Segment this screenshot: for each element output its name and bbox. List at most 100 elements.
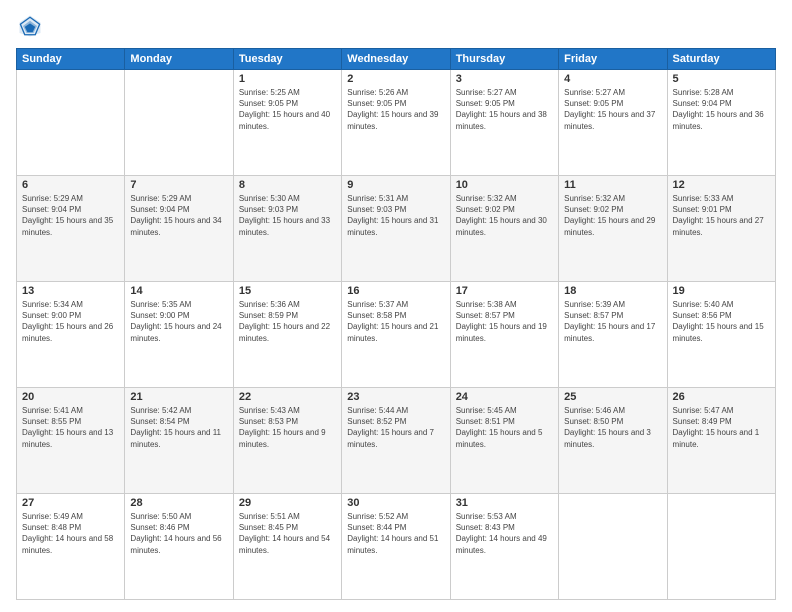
day-info: Sunrise: 5:31 AMSunset: 9:03 PMDaylight:… — [347, 193, 444, 238]
calendar-cell: 24 Sunrise: 5:45 AMSunset: 8:51 PMDayligh… — [450, 388, 558, 494]
day-number: 19 — [673, 285, 770, 297]
day-number: 10 — [456, 179, 553, 191]
day-info: Sunrise: 5:27 AMSunset: 9:05 PMDaylight:… — [456, 87, 553, 132]
calendar-cell: 11 Sunrise: 5:32 AMSunset: 9:02 PMDayligh… — [559, 176, 667, 282]
day-number: 15 — [239, 285, 336, 297]
day-number: 9 — [347, 179, 444, 191]
day-number: 24 — [456, 391, 553, 403]
logo-icon — [16, 12, 44, 40]
day-number: 27 — [22, 497, 119, 509]
day-number: 14 — [130, 285, 227, 297]
day-info: Sunrise: 5:29 AMSunset: 9:04 PMDaylight:… — [130, 193, 227, 238]
day-info: Sunrise: 5:38 AMSunset: 8:57 PMDaylight:… — [456, 299, 553, 344]
calendar-cell: 25 Sunrise: 5:46 AMSunset: 8:50 PMDayligh… — [559, 388, 667, 494]
day-info: Sunrise: 5:50 AMSunset: 8:46 PMDaylight:… — [130, 511, 227, 556]
weekday-header-wednesday: Wednesday — [342, 49, 450, 70]
weekday-header-sunday: Sunday — [17, 49, 125, 70]
day-info: Sunrise: 5:45 AMSunset: 8:51 PMDaylight:… — [456, 405, 553, 450]
calendar-cell — [17, 70, 125, 176]
day-number: 7 — [130, 179, 227, 191]
calendar-cell: 16 Sunrise: 5:37 AMSunset: 8:58 PMDayligh… — [342, 282, 450, 388]
calendar-cell: 14 Sunrise: 5:35 AMSunset: 9:00 PMDayligh… — [125, 282, 233, 388]
day-number: 1 — [239, 73, 336, 85]
day-info: Sunrise: 5:27 AMSunset: 9:05 PMDaylight:… — [564, 87, 661, 132]
calendar-cell: 10 Sunrise: 5:32 AMSunset: 9:02 PMDayligh… — [450, 176, 558, 282]
calendar-cell: 3 Sunrise: 5:27 AMSunset: 9:05 PMDaylight… — [450, 70, 558, 176]
day-number: 25 — [564, 391, 661, 403]
calendar-cell: 15 Sunrise: 5:36 AMSunset: 8:59 PMDayligh… — [233, 282, 341, 388]
calendar-cell: 22 Sunrise: 5:43 AMSunset: 8:53 PMDayligh… — [233, 388, 341, 494]
calendar-cell: 17 Sunrise: 5:38 AMSunset: 8:57 PMDayligh… — [450, 282, 558, 388]
calendar-cell: 12 Sunrise: 5:33 AMSunset: 9:01 PMDayligh… — [667, 176, 775, 282]
calendar-cell: 2Sunrise: 5:26 AMSunset: 9:05 PMDaylight… — [342, 70, 450, 176]
week-row-4: 20Sunrise: 5:41 AMSunset: 8:55 PMDayligh… — [17, 388, 776, 494]
day-info: Sunrise: 5:33 AMSunset: 9:01 PMDaylight:… — [673, 193, 770, 238]
calendar-cell — [125, 70, 233, 176]
calendar-cell: 1 Sunrise: 5:25 AMSunset: 9:05 PMDaylight… — [233, 70, 341, 176]
calendar-cell: 8 Sunrise: 5:30 AMSunset: 9:03 PMDaylight… — [233, 176, 341, 282]
week-row-2: 6 Sunrise: 5:29 AMSunset: 9:04 PMDaylight… — [17, 176, 776, 282]
day-info: Sunrise: 5:42 AMSunset: 8:54 PMDaylight:… — [130, 405, 227, 450]
day-number: 17 — [456, 285, 553, 297]
calendar-cell: 9 Sunrise: 5:31 AMSunset: 9:03 PMDaylight… — [342, 176, 450, 282]
calendar-table: SundayMondayTuesdayWednesdayThursdayFrid… — [16, 48, 776, 600]
day-info: Sunrise: 5:52 AMSunset: 8:44 PMDaylight:… — [347, 511, 444, 556]
day-info: Sunrise: 5:26 AMSunset: 9:05 PMDaylight:… — [347, 87, 444, 132]
calendar-cell: 29 Sunrise: 5:51 AMSunset: 8:45 PMDayligh… — [233, 494, 341, 600]
day-number: 5 — [673, 73, 770, 85]
day-number: 8 — [239, 179, 336, 191]
calendar-cell: 20Sunrise: 5:41 AMSunset: 8:55 PMDayligh… — [17, 388, 125, 494]
calendar-cell: 28 Sunrise: 5:50 AMSunset: 8:46 PMDayligh… — [125, 494, 233, 600]
day-info: Sunrise: 5:30 AMSunset: 9:03 PMDaylight:… — [239, 193, 336, 238]
day-number: 28 — [130, 497, 227, 509]
day-number: 20 — [22, 391, 119, 403]
day-number: 26 — [673, 391, 770, 403]
day-info: Sunrise: 5:32 AMSunset: 9:02 PMDaylight:… — [564, 193, 661, 238]
day-info: Sunrise: 5:28 AMSunset: 9:04 PMDaylight:… — [673, 87, 770, 132]
day-number: 12 — [673, 179, 770, 191]
calendar-cell: 4 Sunrise: 5:27 AMSunset: 9:05 PMDaylight… — [559, 70, 667, 176]
day-number: 11 — [564, 179, 661, 191]
week-row-1: 1 Sunrise: 5:25 AMSunset: 9:05 PMDaylight… — [17, 70, 776, 176]
calendar-cell: 6Sunrise: 5:29 AMSunset: 9:04 PMDaylight… — [17, 176, 125, 282]
day-number: 6 — [22, 179, 119, 191]
day-info: Sunrise: 5:51 AMSunset: 8:45 PMDaylight:… — [239, 511, 336, 556]
day-number: 21 — [130, 391, 227, 403]
weekday-header-monday: Monday — [125, 49, 233, 70]
day-info: Sunrise: 5:46 AMSunset: 8:50 PMDaylight:… — [564, 405, 661, 450]
week-row-3: 13Sunrise: 5:34 AMSunset: 9:00 PMDayligh… — [17, 282, 776, 388]
calendar-cell: 13Sunrise: 5:34 AMSunset: 9:00 PMDayligh… — [17, 282, 125, 388]
day-number: 23 — [347, 391, 444, 403]
day-info: Sunrise: 5:36 AMSunset: 8:59 PMDaylight:… — [239, 299, 336, 344]
day-number: 30 — [347, 497, 444, 509]
day-info: Sunrise: 5:49 AMSunset: 8:48 PMDaylight:… — [22, 511, 119, 556]
calendar-cell: 26 Sunrise: 5:47 AMSunset: 8:49 PMDayligh… — [667, 388, 775, 494]
day-number: 18 — [564, 285, 661, 297]
calendar-cell: 27 Sunrise: 5:49 AMSunset: 8:48 PMDayligh… — [17, 494, 125, 600]
day-info: Sunrise: 5:34 AMSunset: 9:00 PMDaylight:… — [22, 299, 119, 344]
header — [16, 12, 776, 40]
day-number: 29 — [239, 497, 336, 509]
day-number: 4 — [564, 73, 661, 85]
day-info: Sunrise: 5:35 AMSunset: 9:00 PMDaylight:… — [130, 299, 227, 344]
day-number: 22 — [239, 391, 336, 403]
page: SundayMondayTuesdayWednesdayThursdayFrid… — [0, 0, 792, 612]
calendar-cell: 18Sunrise: 5:39 AMSunset: 8:57 PMDayligh… — [559, 282, 667, 388]
weekday-header-friday: Friday — [559, 49, 667, 70]
day-info: Sunrise: 5:53 AMSunset: 8:43 PMDaylight:… — [456, 511, 553, 556]
day-number: 16 — [347, 285, 444, 297]
day-info: Sunrise: 5:47 AMSunset: 8:49 PMDaylight:… — [673, 405, 770, 450]
day-info: Sunrise: 5:25 AMSunset: 9:05 PMDaylight:… — [239, 87, 336, 132]
calendar-cell — [667, 494, 775, 600]
day-info: Sunrise: 5:44 AMSunset: 8:52 PMDaylight:… — [347, 405, 444, 450]
calendar-cell: 5 Sunrise: 5:28 AMSunset: 9:04 PMDaylight… — [667, 70, 775, 176]
day-info: Sunrise: 5:32 AMSunset: 9:02 PMDaylight:… — [456, 193, 553, 238]
day-info: Sunrise: 5:40 AMSunset: 8:56 PMDaylight:… — [673, 299, 770, 344]
day-info: Sunrise: 5:43 AMSunset: 8:53 PMDaylight:… — [239, 405, 336, 450]
day-number: 3 — [456, 73, 553, 85]
calendar-cell: 19 Sunrise: 5:40 AMSunset: 8:56 PMDayligh… — [667, 282, 775, 388]
day-info: Sunrise: 5:37 AMSunset: 8:58 PMDaylight:… — [347, 299, 444, 344]
calendar-cell: 21 Sunrise: 5:42 AMSunset: 8:54 PMDayligh… — [125, 388, 233, 494]
calendar-cell: 31Sunrise: 5:53 AMSunset: 8:43 PMDayligh… — [450, 494, 558, 600]
logo — [16, 12, 48, 40]
